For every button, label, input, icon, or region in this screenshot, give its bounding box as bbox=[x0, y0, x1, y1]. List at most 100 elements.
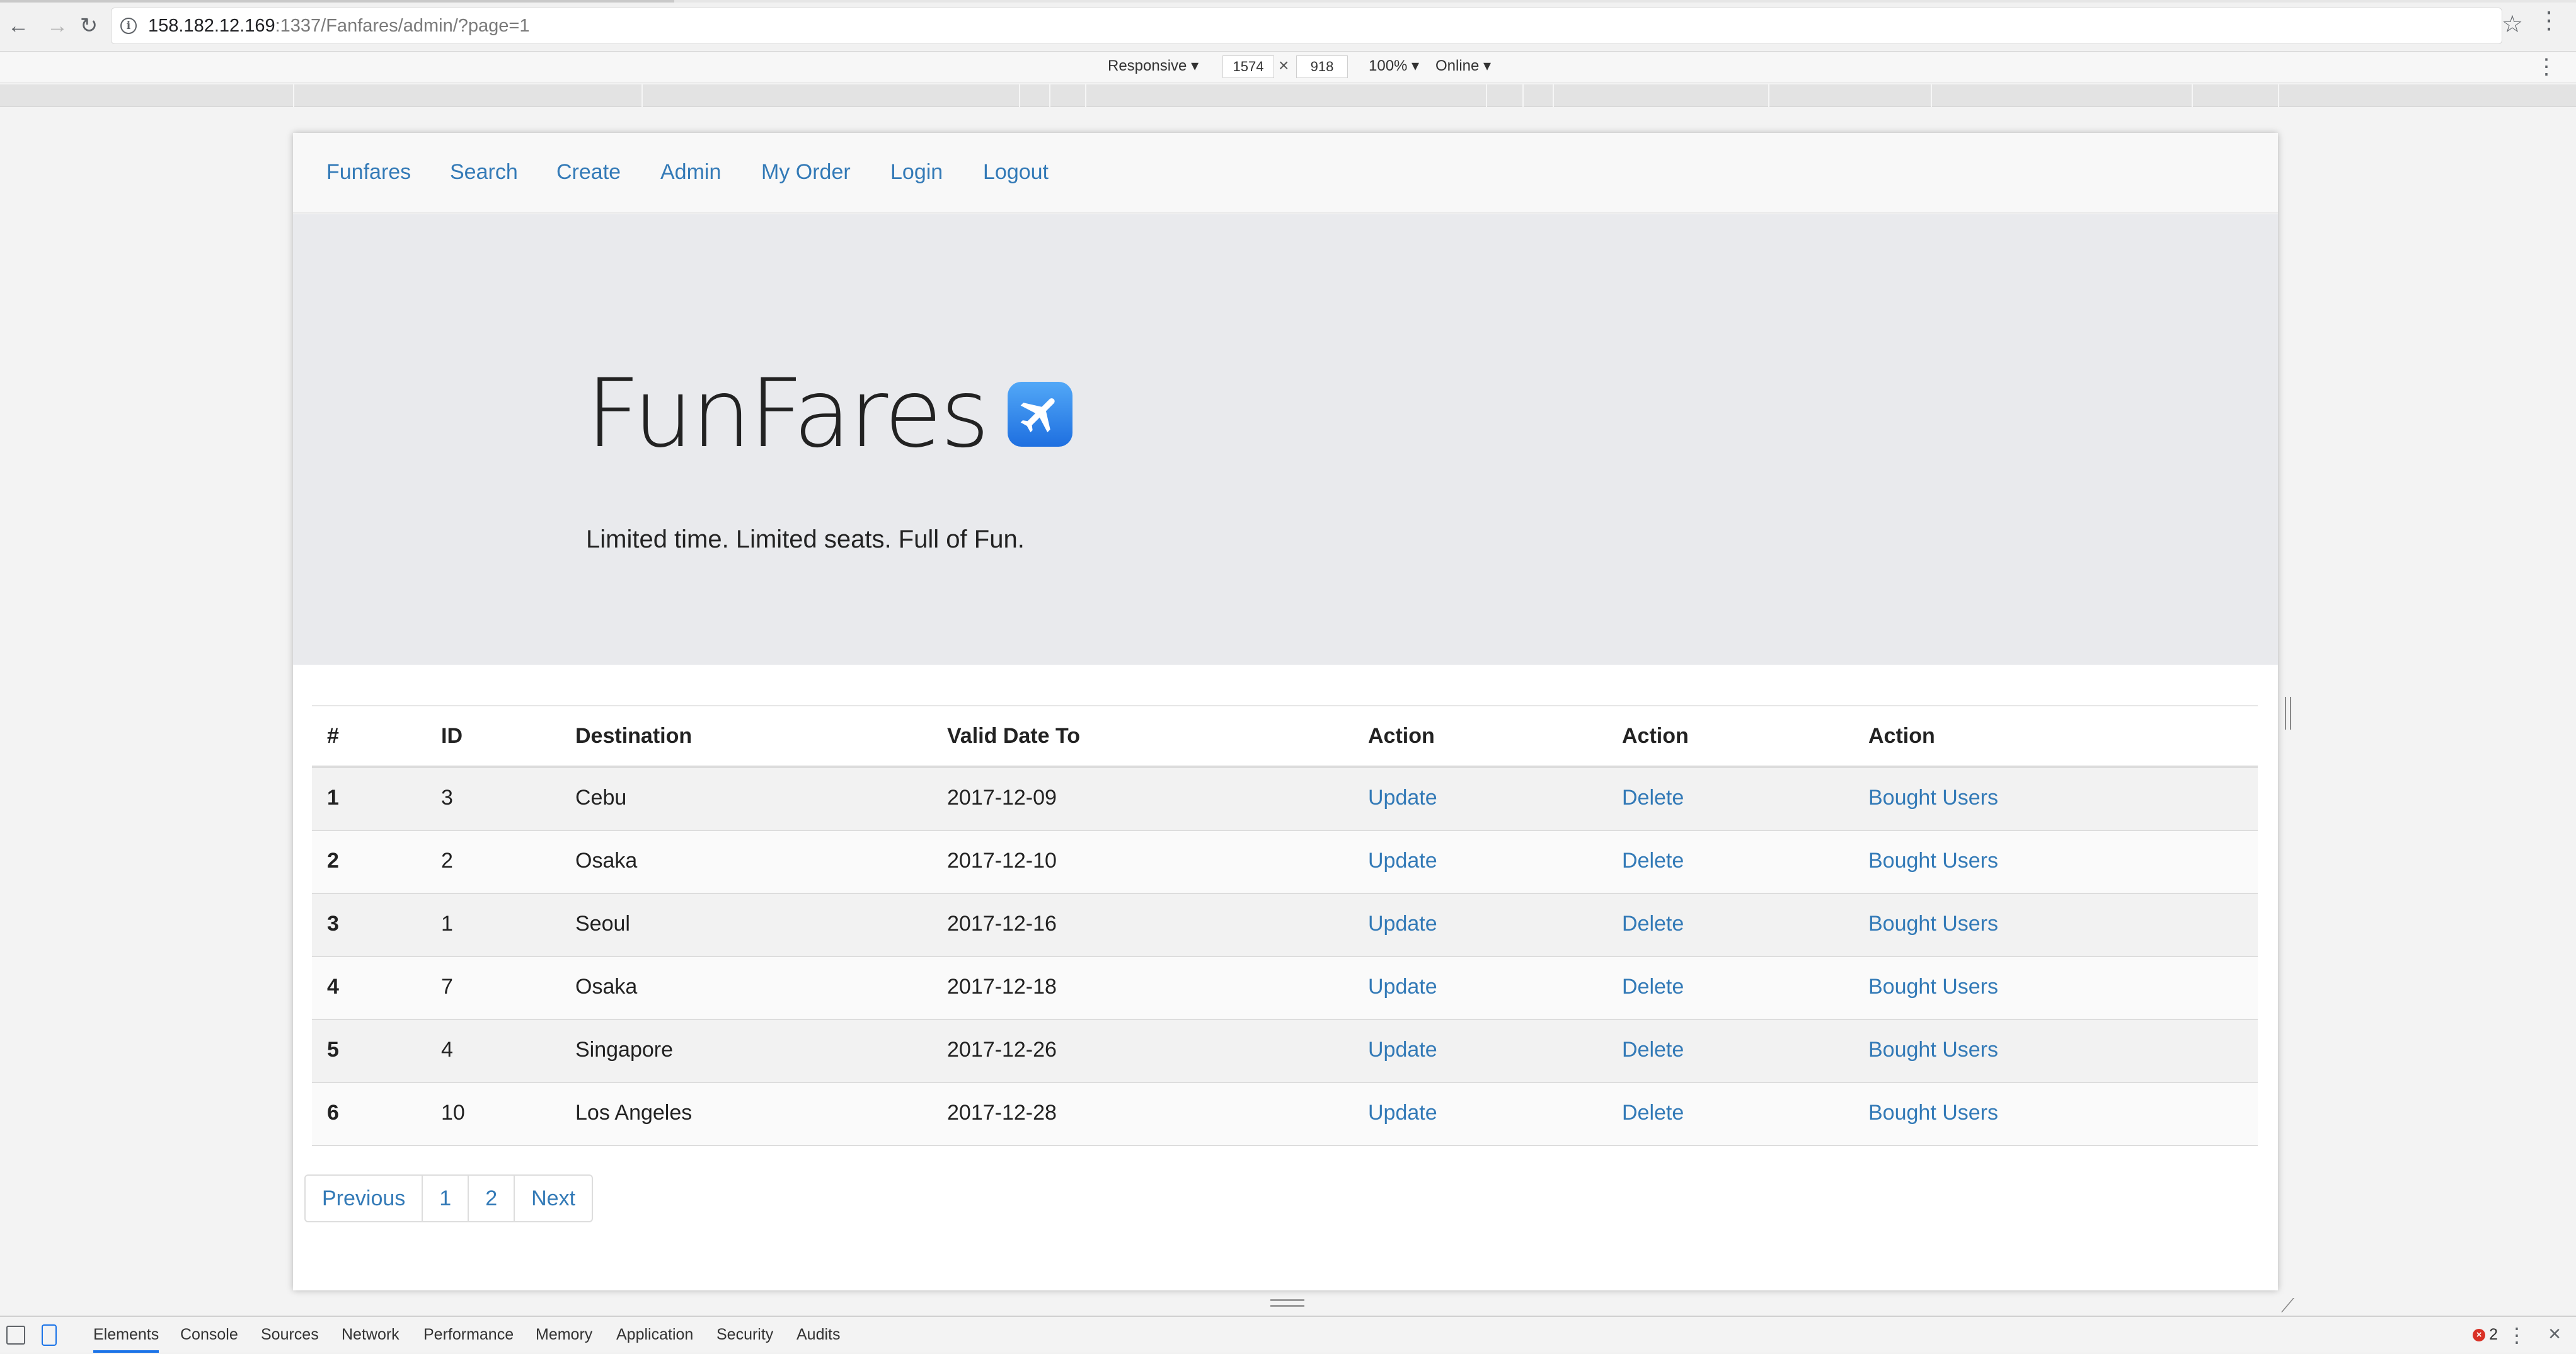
column-header-action: Action bbox=[1368, 724, 1435, 748]
devtools-tab-elements[interactable]: Elements bbox=[93, 1326, 159, 1353]
destination: Cebu bbox=[575, 786, 627, 810]
devtools-tab-security[interactable]: Security bbox=[716, 1326, 773, 1344]
nav-link-search[interactable]: Search bbox=[450, 160, 518, 185]
table-row: 5 4 Singapore 2017-12-26 Update Delete B… bbox=[312, 1020, 2258, 1083]
delete-link[interactable]: Delete bbox=[1622, 1101, 1684, 1125]
fare-id: 7 bbox=[441, 975, 453, 999]
viewport-width-input[interactable]: 1574 bbox=[1222, 55, 1274, 78]
devtools-tab-audits[interactable]: Audits bbox=[796, 1326, 840, 1344]
device-options-icon[interactable]: ⋮ bbox=[2536, 54, 2557, 79]
row-number: 6 bbox=[327, 1101, 339, 1125]
browser-menu-icon[interactable]: ⋮ bbox=[2537, 9, 2561, 33]
update-link[interactable]: Update bbox=[1368, 1038, 1437, 1062]
column-header-action: Action bbox=[1622, 724, 1689, 748]
bought-users-link[interactable]: Bought Users bbox=[1868, 1101, 1998, 1125]
bought-users-link[interactable]: Bought Users bbox=[1868, 975, 1998, 999]
fare-id: 10 bbox=[441, 1101, 465, 1125]
nav-link-login[interactable]: Login bbox=[890, 160, 943, 185]
devtools-tab-sources[interactable]: Sources bbox=[261, 1326, 319, 1344]
delete-link[interactable]: Delete bbox=[1622, 975, 1684, 999]
fare-id: 4 bbox=[441, 1038, 453, 1062]
devtools-tab-memory[interactable]: Memory bbox=[536, 1326, 592, 1344]
nav-link-logout[interactable]: Logout bbox=[983, 160, 1049, 185]
reload-icon[interactable]: ↻ bbox=[74, 11, 103, 40]
update-link[interactable]: Update bbox=[1368, 849, 1437, 873]
network-throttle-select[interactable]: Online ▾ bbox=[1435, 57, 1491, 75]
error-count: 2 bbox=[2489, 1326, 2498, 1343]
viewport-corner-resize-icon[interactable]: ⟋ bbox=[2281, 1295, 2294, 1317]
update-link[interactable]: Update bbox=[1368, 786, 1437, 810]
row-number: 5 bbox=[327, 1038, 339, 1062]
device-mode-select[interactable]: Responsive ▾ bbox=[1108, 57, 1199, 75]
viewport-height-input[interactable]: 918 bbox=[1296, 55, 1348, 78]
devtools-panel: Elements Console Sources Network Perform… bbox=[0, 1316, 2576, 1366]
pagination: Previous 1 2 Next bbox=[304, 1174, 594, 1222]
hero-title-text: FunFares bbox=[586, 359, 989, 469]
bought-users-link[interactable]: Bought Users bbox=[1868, 849, 1998, 873]
fares-table: # ID Destination Valid Date To Action Ac… bbox=[312, 705, 2258, 1146]
destination: Seoul bbox=[575, 912, 630, 936]
inspect-element-icon[interactable] bbox=[6, 1326, 25, 1345]
device-toggle-icon[interactable] bbox=[42, 1324, 57, 1346]
delete-link[interactable]: Delete bbox=[1622, 1038, 1684, 1062]
pagination-next[interactable]: Next bbox=[515, 1176, 592, 1221]
valid-date: 2017-12-10 bbox=[947, 849, 1057, 873]
table-row: 4 7 Osaka 2017-12-18 Update Delete Bough… bbox=[312, 957, 2258, 1020]
valid-date: 2017-12-16 bbox=[947, 912, 1057, 936]
devtools-tab-application[interactable]: Application bbox=[616, 1326, 693, 1344]
viewport-bottom-resize-handle[interactable] bbox=[1270, 1299, 1304, 1307]
devtools-tab-bar: Elements Console Sources Network Perform… bbox=[0, 1317, 2576, 1353]
valid-date: 2017-12-09 bbox=[947, 786, 1057, 810]
update-link[interactable]: Update bbox=[1368, 975, 1437, 999]
error-icon: × bbox=[2473, 1328, 2486, 1341]
row-number: 4 bbox=[327, 975, 339, 999]
devtools-tab-console[interactable]: Console bbox=[180, 1326, 238, 1344]
error-counter[interactable]: × 2 bbox=[2473, 1326, 2498, 1344]
table-row: 1 3 Cebu 2017-12-09 Update Delete Bought… bbox=[312, 768, 2258, 831]
bought-users-link[interactable]: Bought Users bbox=[1868, 912, 1998, 936]
forward-icon[interactable]: → bbox=[43, 11, 72, 40]
zoom-select[interactable]: 100% ▾ bbox=[1369, 57, 1419, 75]
pagination-page-1[interactable]: 1 bbox=[423, 1176, 469, 1221]
table-header: # ID Destination Valid Date To Action Ac… bbox=[312, 705, 2258, 768]
delete-link[interactable]: Delete bbox=[1622, 912, 1684, 936]
nav-link-my-order[interactable]: My Order bbox=[761, 160, 851, 185]
bought-users-link[interactable]: Bought Users bbox=[1868, 786, 1998, 810]
devtools-content-strip bbox=[0, 1353, 2576, 1366]
devtools-menu-icon[interactable]: ⋮ bbox=[2507, 1323, 2527, 1347]
viewport-right-resize-handle[interactable] bbox=[2285, 697, 2291, 730]
column-header-number: # bbox=[327, 724, 339, 748]
nav-link-admin[interactable]: Admin bbox=[660, 160, 721, 185]
hero-jumbotron: FunFares Limited time. Limited seats. Fu… bbox=[293, 214, 2278, 665]
nav-link-create[interactable]: Create bbox=[556, 160, 621, 185]
pagination-previous[interactable]: Previous bbox=[306, 1176, 423, 1221]
bought-users-link[interactable]: Bought Users bbox=[1868, 1038, 1998, 1062]
devtools-tab-performance[interactable]: Performance bbox=[423, 1326, 514, 1344]
destination: Osaka bbox=[575, 849, 638, 873]
info-icon[interactable]: i bbox=[120, 18, 137, 34]
fare-id: 3 bbox=[441, 786, 453, 810]
column-header-action: Action bbox=[1868, 724, 1935, 748]
device-toolbar: Responsive ▾ 1574 × 918 100% ▾ Online ▾ … bbox=[0, 52, 2576, 83]
address-bar[interactable]: i 158.182.12.169 :1337/Fanfares/admin/?p… bbox=[111, 8, 2502, 44]
fare-id: 1 bbox=[441, 912, 453, 936]
valid-date: 2017-12-18 bbox=[947, 975, 1057, 999]
hero-title: FunFares bbox=[586, 359, 1073, 469]
airplane-icon bbox=[1008, 381, 1073, 447]
valid-date: 2017-12-26 bbox=[947, 1038, 1057, 1062]
responsive-viewport: Funfares Search Create Admin My Order Lo… bbox=[293, 133, 2278, 1290]
destination: Osaka bbox=[575, 975, 638, 999]
delete-link[interactable]: Delete bbox=[1622, 849, 1684, 873]
close-icon[interactable]: × bbox=[2548, 1322, 2561, 1346]
destination: Los Angeles bbox=[575, 1101, 693, 1125]
bookmark-star-icon[interactable]: ☆ bbox=[2502, 10, 2523, 38]
devtools-tab-network[interactable]: Network bbox=[342, 1326, 400, 1344]
fare-id: 2 bbox=[441, 849, 453, 873]
update-link[interactable]: Update bbox=[1368, 1101, 1437, 1125]
delete-link[interactable]: Delete bbox=[1622, 786, 1684, 810]
nav-link-funfares[interactable]: Funfares bbox=[326, 160, 411, 185]
pagination-page-2[interactable]: 2 bbox=[469, 1176, 515, 1221]
back-icon[interactable]: ← bbox=[4, 11, 33, 40]
update-link[interactable]: Update bbox=[1368, 912, 1437, 936]
browser-toolbar: ← → ↻ i 158.182.12.169 :1337/Fanfares/ad… bbox=[0, 0, 2576, 52]
